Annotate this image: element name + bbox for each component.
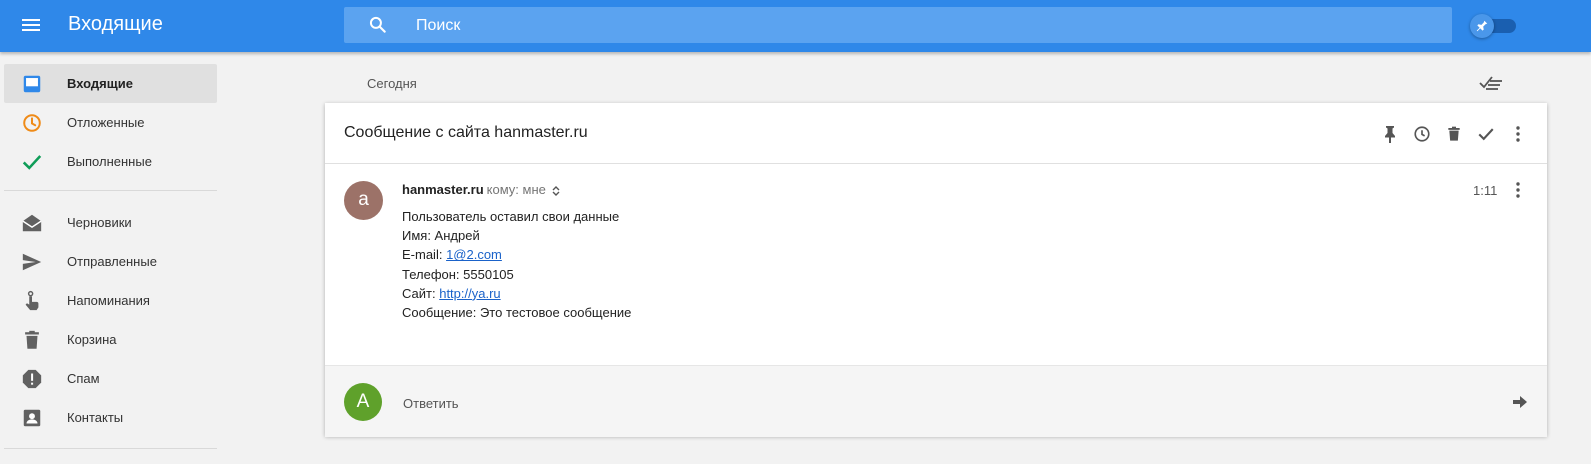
- sweep-icon[interactable]: [1478, 74, 1504, 92]
- thread-subject: Сообщение с сайта hanmaster.ru: [344, 124, 588, 141]
- search-box[interactable]: [344, 7, 1452, 45]
- reply-bar[interactable]: A Ответить: [325, 365, 1547, 437]
- sidebar-item-sent[interactable]: Отправленные: [4, 242, 217, 281]
- sidebar-item-label: Контакты: [67, 410, 124, 425]
- sidebar-divider: [4, 190, 217, 191]
- body-line: Пользователь оставил свои данные: [402, 209, 620, 224]
- sidebar-item-done[interactable]: Выполненные: [4, 142, 217, 181]
- recipient-label: кому: мне: [486, 182, 546, 197]
- body-line: E-mail: 1@2.com: [402, 245, 631, 264]
- sidebar-item-contacts[interactable]: Контакты: [4, 398, 217, 437]
- spam-icon: [22, 369, 42, 389]
- search-input[interactable]: [414, 7, 1318, 45]
- body-line: Сайт: http://ya.ru: [402, 284, 631, 303]
- sidebar-item-label: Спам: [67, 371, 100, 386]
- reply-label[interactable]: Ответить: [403, 396, 459, 411]
- sidebar-item-label: Выполненные: [67, 154, 152, 169]
- more-vert-icon[interactable]: [1507, 123, 1529, 145]
- forward-arrow-icon[interactable]: [1513, 396, 1527, 408]
- send-icon: [22, 253, 42, 271]
- email-label: E-mail:: [402, 247, 447, 263]
- done-icon[interactable]: [1475, 123, 1497, 145]
- site-label: Сайт:: [402, 285, 440, 301]
- expand-details-icon[interactable]: [552, 185, 560, 196]
- drafts-icon: [22, 214, 42, 232]
- day-group-header: Сегодня: [367, 76, 417, 91]
- clock-icon: [23, 114, 41, 132]
- snooze-icon[interactable]: [1411, 123, 1433, 145]
- sidebar-item-drafts[interactable]: Черновики: [4, 203, 217, 242]
- sidebar: Входящие Отложенные Выполненные Черновик…: [0, 52, 228, 464]
- thread-actions: [1379, 123, 1529, 145]
- body-line: Телефон: 5550105: [402, 266, 514, 282]
- sidebar-item-label: Входящие: [67, 76, 133, 91]
- sidebar-item-snoozed[interactable]: Отложенные: [4, 103, 217, 142]
- delete-icon[interactable]: [1443, 123, 1465, 145]
- sender-line: hanmaster.ru кому: мне: [402, 182, 560, 197]
- sidebar-item-inbox[interactable]: Входящие: [4, 64, 217, 103]
- sender-name[interactable]: hanmaster.ru: [402, 182, 484, 197]
- message-body: Пользователь оставил свои данные Имя: Ан…: [402, 207, 631, 322]
- sidebar-divider: [4, 448, 217, 449]
- sender-avatar[interactable]: a: [344, 181, 383, 220]
- body-line: Сообщение: Это тестовое сообщение: [402, 305, 632, 321]
- hamburger-icon[interactable]: [20, 16, 42, 36]
- body-line: Имя: Андрей: [402, 228, 480, 244]
- toggle-knob[interactable]: [1470, 14, 1494, 38]
- check-icon: [22, 155, 42, 170]
- sidebar-item-label: Отложенные: [67, 115, 145, 130]
- sidebar-item-trash[interactable]: Корзина: [4, 320, 217, 359]
- user-avatar: A: [344, 383, 382, 421]
- sidebar-item-label: Черновики: [67, 215, 132, 230]
- sidebar-item-spam[interactable]: Спам: [4, 359, 217, 398]
- search-icon[interactable]: [368, 15, 388, 35]
- thread-header: Сообщение с сайта hanmaster.ru: [325, 103, 1547, 164]
- reminder-icon: [25, 290, 39, 311]
- pin-icon[interactable]: [1379, 123, 1401, 145]
- site-link[interactable]: http://ya.ru: [439, 286, 500, 301]
- sidebar-item-reminders[interactable]: Напоминания: [4, 281, 217, 320]
- pin-toggle[interactable]: [1470, 14, 1518, 38]
- inbox-icon: [23, 75, 41, 93]
- top-app-bar: Входящие: [0, 0, 1591, 52]
- contacts-icon: [23, 409, 41, 427]
- sidebar-item-label: Напоминания: [67, 293, 150, 308]
- page-title: Входящие: [68, 13, 163, 35]
- thread-card: Сообщение с сайта hanmaster.ru a hanmast…: [325, 103, 1547, 437]
- sidebar-item-label: Отправленные: [67, 254, 157, 269]
- pin-icon: [1476, 20, 1488, 32]
- email-link[interactable]: 1@2.com: [446, 247, 502, 262]
- message-time: 1:11: [1473, 183, 1498, 198]
- trash-icon: [25, 330, 39, 349]
- message-more-icon[interactable]: [1511, 181, 1525, 199]
- sidebar-item-label: Корзина: [67, 332, 117, 347]
